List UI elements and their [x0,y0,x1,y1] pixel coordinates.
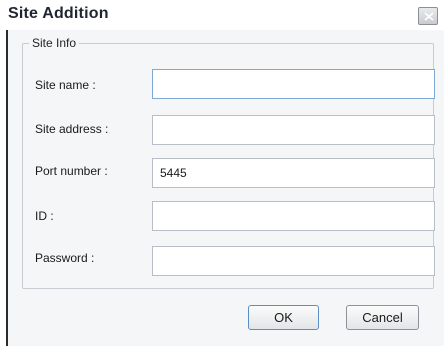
site-address-input[interactable] [152,115,435,145]
site-info-groupbox: Site Info Site name : Site address : Por… [22,36,435,289]
site-name-input[interactable] [152,69,435,99]
password-input[interactable] [152,246,435,276]
dialog-body: Site Info Site name : Site address : Por… [8,30,444,346]
dialog-title: Site Addition [8,5,109,22]
title-bar: Site Addition [0,0,444,30]
ok-button[interactable]: OK [248,305,319,330]
cancel-button[interactable]: Cancel [346,305,419,330]
site-name-label: Site name : [35,78,96,92]
id-input[interactable] [152,201,435,231]
port-number-input[interactable] [152,158,435,188]
password-label: Password : [35,251,95,265]
window-left-edge [0,30,8,346]
close-button[interactable] [418,7,438,25]
site-address-label: Site address : [35,122,109,136]
site-addition-dialog: Site Addition Site Info Site name : Site… [0,0,444,346]
groupbox-legend: Site Info [29,36,80,50]
port-number-label: Port number : [35,164,108,178]
close-icon [424,12,434,21]
id-label: ID : [35,209,54,223]
